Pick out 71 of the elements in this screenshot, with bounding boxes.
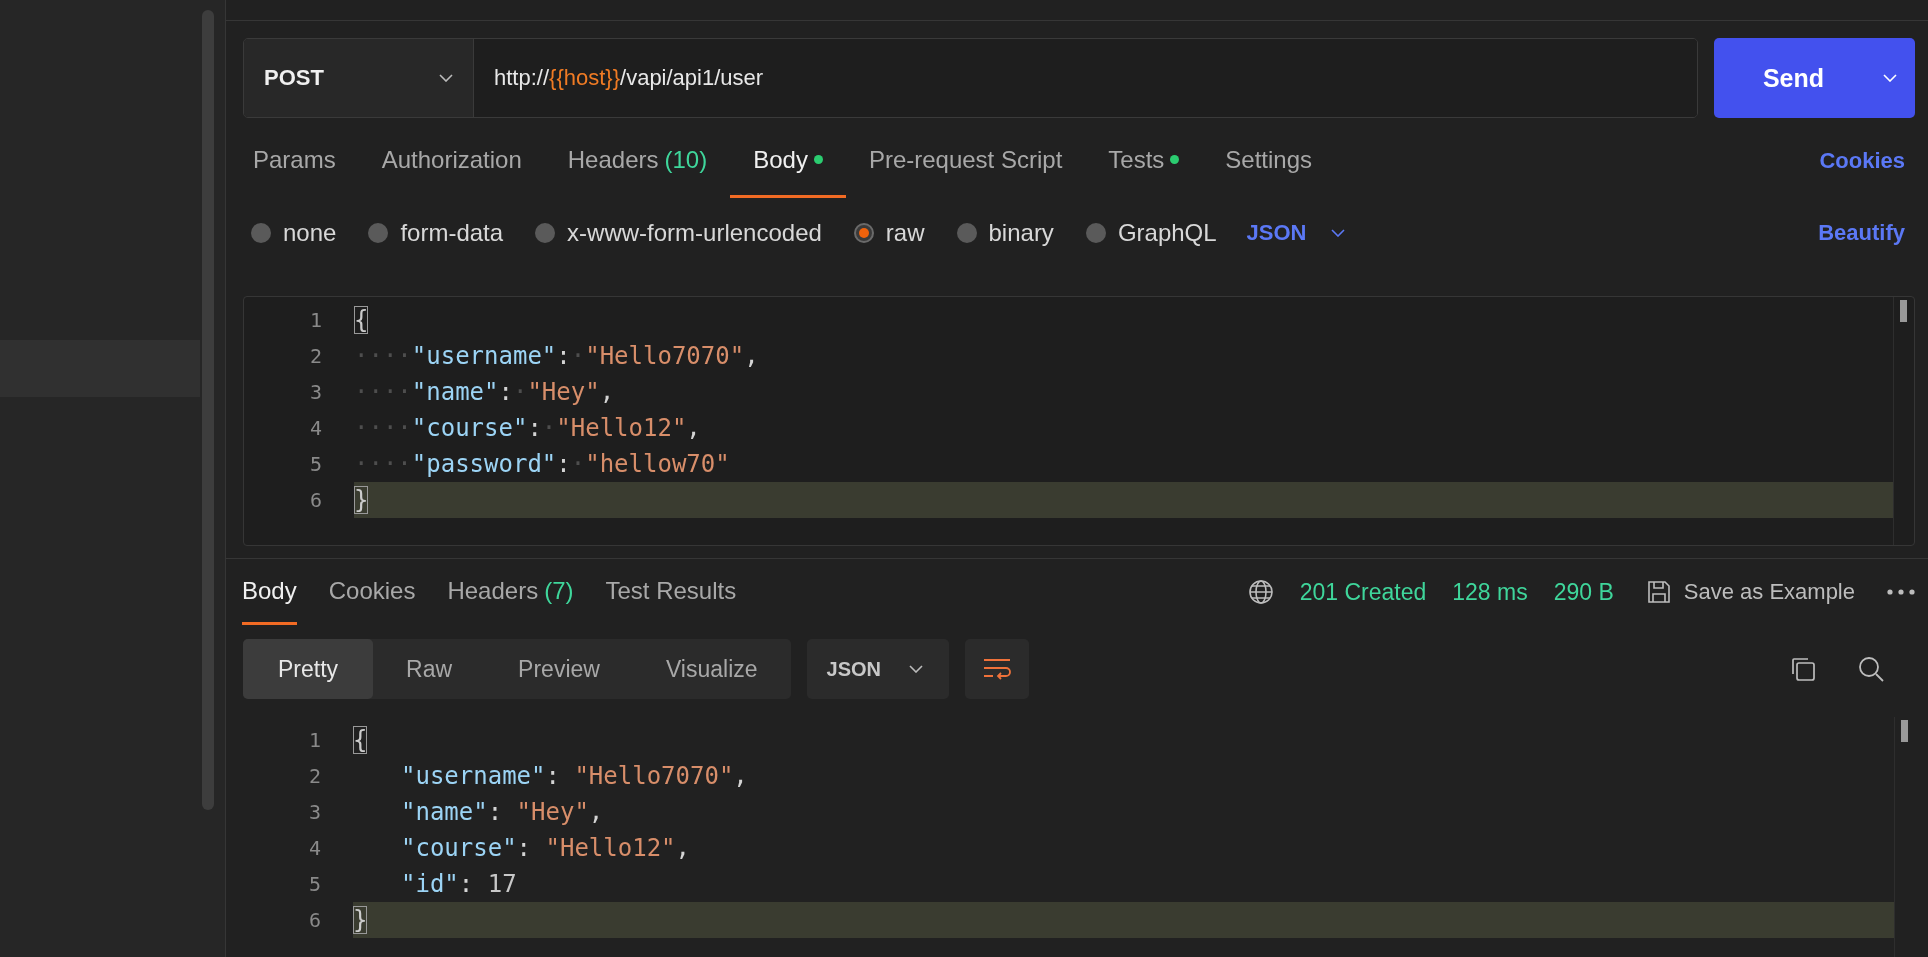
save-as-example-button[interactable]: Save as Example [1639, 578, 1861, 606]
body-type-option[interactable]: binary [956, 219, 1054, 247]
copy-icon[interactable] [1789, 655, 1817, 683]
request-tab[interactable]: Params [243, 124, 359, 198]
line-number: 5 [307, 872, 321, 896]
line-number: 6 [307, 908, 321, 932]
code-line: "course": "Hello12", [400, 833, 691, 864]
code-line: { [353, 725, 369, 756]
line-number: 3 [307, 800, 321, 824]
code-line: "username": "Hello7070", [400, 761, 749, 792]
response-tab[interactable]: Test Results [589, 559, 753, 625]
request-tab[interactable]: Headers (10) [544, 124, 731, 198]
radio-button[interactable] [1085, 223, 1106, 243]
view-mode-tab[interactable]: Raw [373, 639, 486, 699]
request-tab[interactable]: Settings [1202, 124, 1336, 198]
code-line: ····"username":·"Hello7070", [354, 341, 760, 372]
body-type-option[interactable]: GraphQL [1085, 219, 1217, 247]
line-number: 2 [308, 344, 322, 368]
caret-icon [1883, 74, 1897, 82]
response-size: 290 B [1553, 578, 1614, 606]
radio-button[interactable] [251, 223, 271, 243]
radio-button[interactable] [535, 223, 556, 243]
send-button[interactable]: Send [1714, 38, 1915, 118]
code-line: ····"name":·"Hey", [354, 377, 616, 408]
code-line: { [354, 305, 370, 336]
line-number: 2 [307, 764, 321, 788]
language-dropdown[interactable]: JSON [1246, 220, 1345, 246]
code-line: "id": 17 [400, 869, 518, 900]
body-type-option[interactable]: x-www-form-urlencoded [535, 219, 822, 247]
line-number: 4 [308, 416, 322, 440]
wrap-icon [982, 657, 1012, 681]
body-type-option[interactable]: form-data [368, 219, 504, 247]
beautify-link[interactable]: Beautify [1818, 220, 1915, 246]
code-line: ····"course":·"Hello12", [354, 413, 702, 444]
radio-button[interactable] [956, 223, 977, 243]
scrollbar-thumb[interactable] [1900, 300, 1907, 322]
line-number: 5 [308, 452, 322, 476]
caret-icon [1330, 229, 1345, 237]
view-mode-tab[interactable]: Pretty [243, 639, 374, 699]
request-tab[interactable]: Body [730, 124, 846, 198]
body-type-option[interactable]: raw [853, 219, 925, 247]
scrollbar-thumb[interactable] [1901, 720, 1908, 742]
view-mode-tab[interactable]: Visualize [632, 639, 791, 699]
search-icon[interactable] [1857, 655, 1885, 683]
response-tab[interactable]: Cookies [312, 559, 432, 625]
request-tab[interactable]: Pre-request Script [845, 124, 1086, 198]
code-line: ····"password":·"hellow70" [354, 449, 731, 480]
line-number: 3 [308, 380, 322, 404]
code-line: "name": "Hey", [400, 797, 605, 828]
caret-icon [909, 665, 923, 673]
more-icon[interactable] [1887, 589, 1915, 595]
line-number: 4 [307, 836, 321, 860]
body-type-option[interactable]: none [251, 219, 337, 247]
request-tab[interactable]: Authorization [358, 124, 545, 198]
line-number: 1 [307, 728, 321, 752]
globe-icon[interactable] [1247, 579, 1274, 605]
line-number: 6 [308, 488, 322, 512]
line-number: 1 [308, 308, 322, 332]
status-code: 201 Created [1299, 578, 1427, 606]
language-dropdown[interactable]: JSON [806, 639, 949, 699]
response-time: 128 ms [1452, 578, 1528, 606]
code-editor[interactable]: 1 { 2 ····"username":·"Hello7070", 3 ····"name":·"Hey", 4 ····"course":·"Hello12", 5 ····"password":·"hellow70" 6 } [243, 296, 1915, 546]
radio-button[interactable] [853, 223, 874, 243]
request-tab[interactable]: Tests [1085, 124, 1203, 198]
radio-button[interactable] [368, 223, 389, 243]
response-tab[interactable]: Headers (7) [431, 559, 590, 625]
cookies-link[interactable]: Cookies [1819, 148, 1915, 174]
response-tab[interactable]: Body [242, 559, 297, 625]
wrap-button[interactable] [965, 639, 1029, 699]
save-icon [1645, 579, 1672, 605]
view-mode-tab[interactable]: Preview [485, 639, 633, 699]
